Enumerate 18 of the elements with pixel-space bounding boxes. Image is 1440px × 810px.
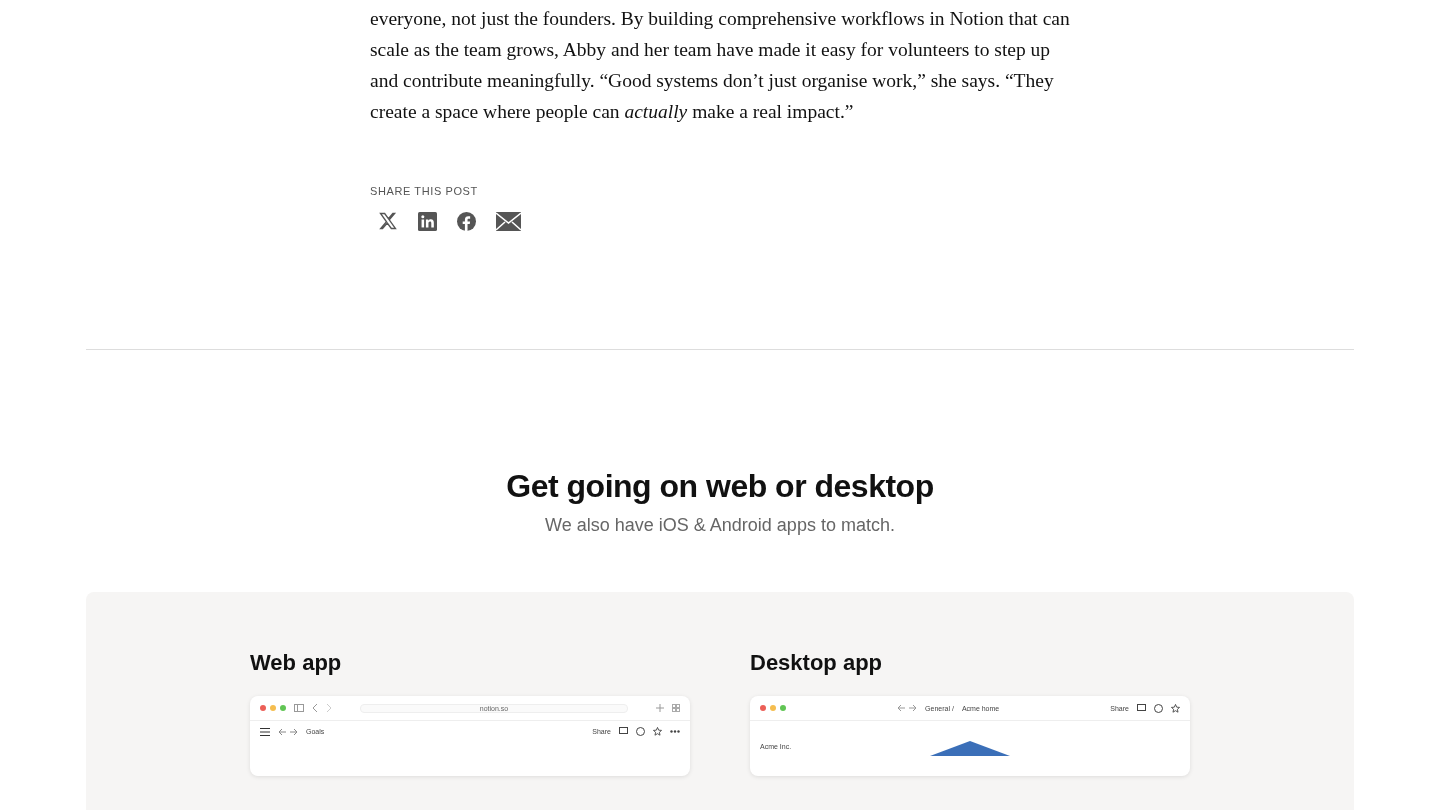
section-subtitle: We also have iOS & Android apps to match.	[544, 515, 896, 536]
x-logo-icon[interactable]	[378, 211, 398, 231]
facebook-icon[interactable]	[457, 211, 476, 231]
app-title: Desktop app	[750, 650, 884, 676]
app-title: Web app	[250, 650, 343, 676]
more-icon	[670, 730, 680, 733]
star-icon	[1171, 703, 1180, 713]
section-heading: Get going on web or desktop	[505, 468, 935, 505]
share-label: SHARE THIS POST	[370, 185, 479, 197]
article-paragraph: everyone, not just the founders. By building comprehensive workflows in Notion that can scale as the team grows, Abby and her team have made it easy for volunteers to step up and contribute meaningfully. “Good systems don’t just organise work,” she says. “They create a space where people can actually make a real impact.”	[370, 7, 1070, 124]
forward-icon	[326, 704, 332, 712]
sidebar-icon	[294, 704, 304, 712]
plus-icon	[656, 704, 664, 712]
menu-icon	[260, 727, 270, 736]
linkedin-icon[interactable]	[418, 211, 437, 231]
tabs-grid-icon	[672, 704, 680, 712]
email-icon[interactable]	[496, 211, 521, 231]
star-icon	[653, 727, 662, 736]
